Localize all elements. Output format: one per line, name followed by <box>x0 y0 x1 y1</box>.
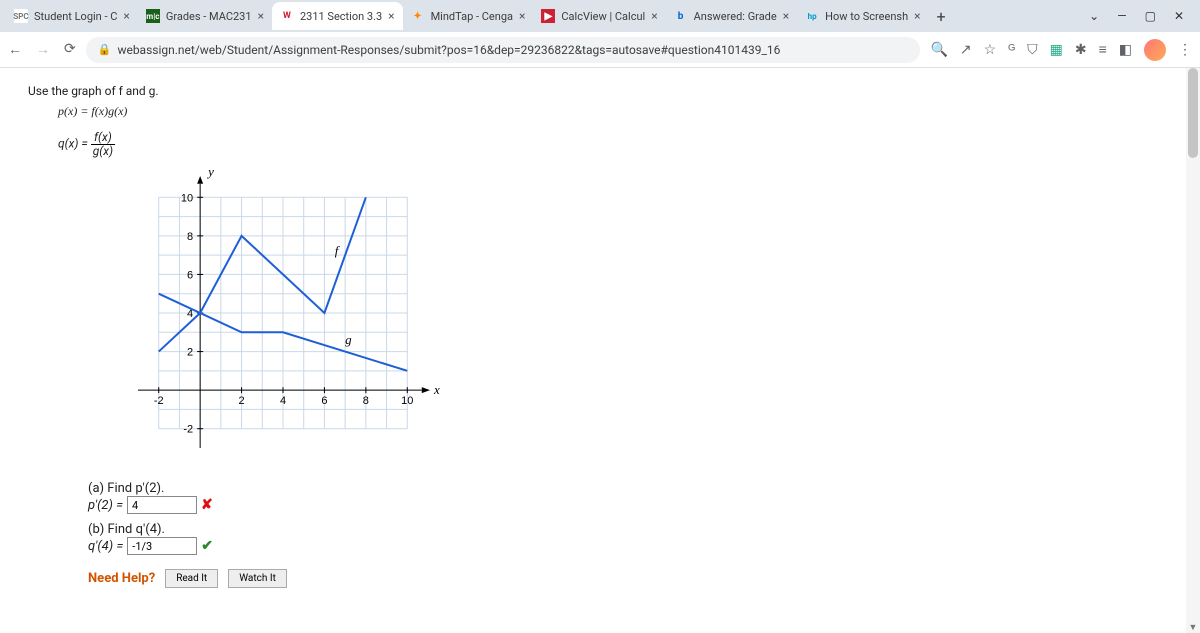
favicon-calcview: ▶ <box>541 9 555 23</box>
favicon-wa: W <box>280 9 294 23</box>
favicon-mc: m|c <box>146 9 160 23</box>
tab-2[interactable]: W 2311 Section 3.3 × <box>272 2 403 30</box>
tab-4[interactable]: ▶ CalcView | Calcul × <box>533 2 665 30</box>
tab-1[interactable]: m|c Grades - MAC231 × <box>138 2 272 30</box>
graph: -2246810-2246810xyfg <box>128 168 448 468</box>
scrollbar[interactable]: ▲ ▼ <box>1186 68 1200 633</box>
favicon-hp: hp <box>805 9 819 23</box>
favicon-spc: SPC <box>14 9 28 23</box>
close-icon[interactable]: × <box>388 9 394 23</box>
svg-text:y: y <box>206 168 214 179</box>
side-panel-icon[interactable]: ◧ <box>1119 42 1132 58</box>
tab-3[interactable]: ✦ MindTap - Cenga × <box>403 2 534 30</box>
part-a-label: (a) Find p′(2). <box>88 481 1172 496</box>
part-a: (a) Find p′(2). p′(2) = ✘ <box>88 481 1172 514</box>
address-bar: ← → ⟳ 🔒 webassign.net/web/Student/Assign… <box>0 32 1200 68</box>
svg-text:2: 2 <box>239 396 245 408</box>
close-icon[interactable]: × <box>258 9 264 23</box>
tab-strip: SPC Student Login - C × m|c Grades - MAC… <box>0 0 1200 32</box>
close-icon[interactable]: × <box>914 9 920 23</box>
share-icon[interactable]: ↗ <box>960 42 972 58</box>
maximize-icon[interactable]: ▢ <box>1145 9 1156 23</box>
tab-6[interactable]: hp How to Screensh × <box>797 2 928 30</box>
svg-text:10: 10 <box>401 396 413 408</box>
tab-title-0: Student Login - C <box>34 10 117 23</box>
extension-icon[interactable]: ▦ <box>1050 42 1063 58</box>
tab-title-3: MindTap - Cenga <box>431 10 513 23</box>
puzzle-icon[interactable]: ✱ <box>1075 42 1087 58</box>
tab-5[interactable]: b Answered: Grade × <box>666 2 798 30</box>
part-a-input[interactable] <box>127 496 197 514</box>
problem-content: Use the graph of f and g. p(x) = f(x)g(x… <box>0 68 1200 604</box>
reading-list-icon[interactable]: ≡ <box>1099 41 1107 58</box>
forward-icon[interactable]: → <box>36 41 50 58</box>
read-it-button[interactable]: Read It <box>165 569 218 588</box>
new-tab-button[interactable]: + <box>929 7 954 26</box>
tab-title-4: CalcView | Calcul <box>561 10 645 23</box>
part-b-lhs: q′(4) = <box>88 539 123 554</box>
scroll-thumb[interactable] <box>1188 68 1198 158</box>
close-icon[interactable]: × <box>651 9 657 23</box>
wrong-icon: ✘ <box>201 497 213 513</box>
tab-0[interactable]: SPC Student Login - C × <box>6 2 138 30</box>
lock-icon: 🔒 <box>98 43 112 56</box>
svg-text:4: 4 <box>280 396 286 408</box>
tab-title-6: How to Screensh <box>825 10 908 23</box>
url-box[interactable]: 🔒 webassign.net/web/Student/Assignment-R… <box>86 37 921 63</box>
chevron-down-icon[interactable]: ⌄ <box>1089 9 1099 23</box>
svg-text:8: 8 <box>187 231 193 243</box>
tab-title-1: Grades - MAC231 <box>166 10 252 23</box>
part-b-label: (b) Find q′(4). <box>88 522 1172 537</box>
menu-icon[interactable]: ⋮ <box>1178 42 1192 58</box>
svg-text:6: 6 <box>187 270 193 282</box>
favicon-mindtap: ✦ <box>411 9 425 23</box>
back-icon[interactable]: ← <box>8 41 22 58</box>
problem-prompt: Use the graph of f and g. <box>28 84 1172 98</box>
svg-text:-2: -2 <box>183 424 193 436</box>
svg-text:x: x <box>433 383 440 398</box>
url-text: webassign.net/web/Student/Assignment-Res… <box>117 43 780 57</box>
reload-icon[interactable]: ⟳ <box>64 41 76 58</box>
close-icon[interactable]: × <box>123 9 129 23</box>
scroll-down-icon[interactable]: ▼ <box>1186 622 1200 633</box>
star-icon[interactable]: ☆ <box>984 42 997 58</box>
tab-title-2: 2311 Section 3.3 <box>300 10 382 23</box>
translate-icon[interactable]: ᴳ <box>1008 41 1015 58</box>
close-icon[interactable]: × <box>519 9 525 23</box>
favicon-bartleby: b <box>674 9 688 23</box>
svg-text:f: f <box>335 244 341 259</box>
svg-text:g: g <box>345 332 352 347</box>
shield-icon[interactable]: ⛉ <box>1027 42 1038 58</box>
part-b: (b) Find q′(4). q′(4) = ✔ <box>88 522 1172 555</box>
part-b-input[interactable] <box>127 537 197 555</box>
equation-p: p(x) = f(x)g(x) <box>58 104 1172 119</box>
close-window-icon[interactable]: ✕ <box>1174 9 1184 23</box>
search-icon[interactable]: 🔍 <box>930 42 947 58</box>
correct-icon: ✔ <box>201 538 213 554</box>
tab-title-5: Answered: Grade <box>694 10 777 23</box>
svg-text:10: 10 <box>181 193 193 205</box>
svg-text:2: 2 <box>187 347 193 359</box>
equation-q: q(x) = f(x) g(x) <box>58 131 1172 158</box>
svg-text:-2: -2 <box>154 396 164 408</box>
part-a-lhs: p′(2) = <box>88 498 123 513</box>
svg-text:6: 6 <box>321 396 327 408</box>
svg-text:8: 8 <box>363 396 369 408</box>
avatar[interactable] <box>1144 39 1166 61</box>
need-help-label: Need Help? <box>88 571 155 586</box>
minimize-icon[interactable]: — <box>1117 9 1126 23</box>
watch-it-button[interactable]: Watch It <box>228 569 287 588</box>
close-icon[interactable]: × <box>783 9 789 23</box>
